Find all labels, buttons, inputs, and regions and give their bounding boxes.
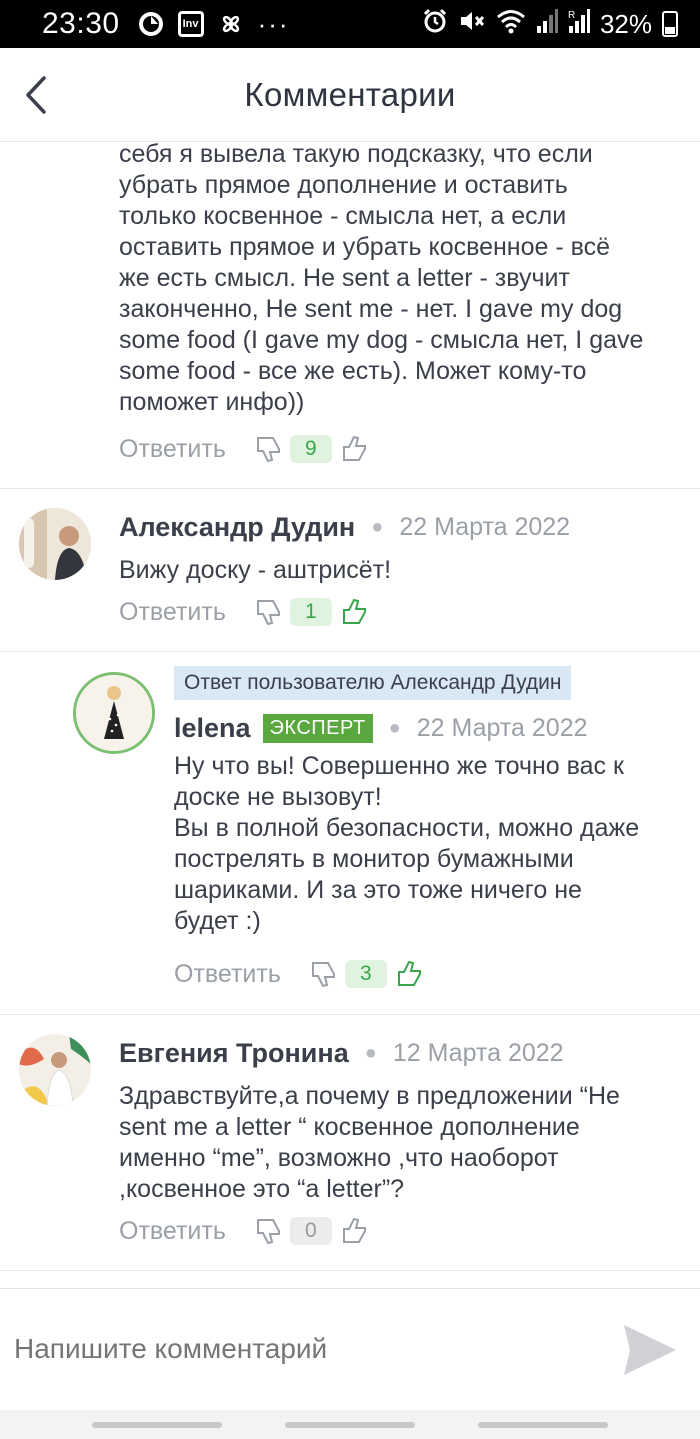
system-nav-bar: [0, 1410, 700, 1439]
author-name[interactable]: Александр Дудин: [119, 512, 355, 543]
like-icon[interactable]: [340, 434, 370, 464]
alarm-icon: [422, 8, 448, 41]
comment-line: пострелять в монитор бумажными: [174, 845, 574, 873]
battery-percent: 32%: [599, 8, 652, 39]
inv-icon: Inv: [177, 11, 204, 37]
reply-button[interactable]: Ответить: [174, 960, 281, 989]
avatar[interactable]: [19, 1034, 91, 1106]
nav-recent-button[interactable]: [91, 1421, 222, 1428]
dislike-icon[interactable]: [309, 959, 339, 989]
comment-header: Александр Дудин ● 22 Марта 2022: [119, 507, 570, 547]
mute-icon: [458, 8, 486, 41]
comment-actions: Ответить 9: [119, 429, 370, 469]
separator-dot: ●: [364, 1041, 377, 1064]
comment-line: доске не вызовут!: [174, 783, 382, 811]
comment-actions: Ответить 0: [119, 1211, 370, 1251]
comment-line: же есть смысл. He sent a letter - звучит: [119, 264, 570, 292]
comment-item: Ответ пользователю Александр Дудин lelen…: [0, 652, 700, 1014]
nav-back-button[interactable]: [478, 1421, 609, 1428]
separator-dot: ●: [388, 716, 401, 739]
expert-badge: ЭКСПЕРТ: [262, 713, 373, 743]
author-name[interactable]: Евгения Тронина: [119, 1038, 349, 1069]
comment-text: Вижу доску - аштрисёт!: [119, 555, 689, 586]
comment-line: будет :): [174, 907, 261, 935]
reply-button[interactable]: Ответить: [119, 435, 226, 464]
like-count: 3: [344, 960, 387, 988]
nav-home-button[interactable]: [284, 1421, 415, 1428]
send-icon[interactable]: [620, 1321, 680, 1379]
comment-text: Здравствуйте,а почему в предложении “He …: [119, 1081, 694, 1205]
svg-text:R: R: [568, 10, 575, 21]
reply-button[interactable]: Ответить: [119, 1217, 226, 1246]
comment-line: шариками. И за это тоже ничего не: [174, 876, 582, 904]
app-header: Комментарии: [0, 48, 700, 142]
comment-date: 22 Марта 2022: [416, 713, 588, 742]
signal-icon: [536, 8, 558, 41]
signal-roaming-icon: R: [568, 8, 590, 41]
avatar[interactable]: [19, 508, 91, 580]
comment-header: Евгения Тронина ● 12 Марта 2022: [119, 1033, 564, 1073]
comment-actions: Ответить 3: [174, 954, 425, 994]
comment-line: ,косвенное это “a letter”?: [119, 1175, 405, 1203]
comments-feed[interactable]: себя я вывела такую подсказку, что если …: [0, 143, 700, 1286]
comment-date: 22 Марта 2022: [399, 512, 571, 541]
comment-line: именно “me”, возможно ,что наоборот: [119, 1144, 559, 1172]
comment-date: 12 Марта 2022: [392, 1038, 564, 1067]
status-bar: 23:30 Inv ··· R 32%: [0, 0, 700, 48]
comment-line: Здравствуйте,а почему в предложении “He: [119, 1082, 620, 1110]
comment-actions: Ответить 1: [119, 592, 370, 632]
comment-line: Вижу доску - аштрисёт!: [119, 556, 392, 584]
comment-composer: [0, 1288, 700, 1410]
chevron-left-icon[interactable]: [18, 72, 58, 118]
like-count: 0: [289, 1217, 332, 1245]
fan-icon: [218, 11, 244, 37]
like-count: 9: [289, 435, 332, 463]
comment-line: Ну что вы! Совершенно же точно вас к: [174, 752, 624, 780]
comment-line: sent me a letter “ косвенное дополнение: [119, 1113, 580, 1141]
sync-icon: [138, 11, 164, 37]
comment-item: Евгения Тронина ● 12 Марта 2022 Здравств…: [0, 1015, 700, 1270]
page-title: Комментарии: [244, 75, 456, 113]
comment-line: some food (I gave my dog - смысла нет, I…: [119, 326, 644, 354]
comment-line: оставить прямое и убрать косвенное - всё: [119, 233, 611, 261]
more-icon: ···: [257, 8, 290, 39]
like-icon[interactable]: [395, 959, 425, 989]
comment-text: себя я вывела такую подсказку, что если …: [119, 143, 689, 418]
like-count: 1: [289, 598, 332, 626]
wifi-icon: [496, 8, 526, 41]
comment-line: some food - все же есть). Может кому-то: [119, 357, 587, 385]
dislike-icon[interactable]: [254, 434, 284, 464]
comment-line: Вы в полной безопасности, можно даже: [174, 814, 640, 842]
comment-line: поможет инфо)): [119, 388, 305, 416]
comment-line: убрать прямое дополнение и оставить: [119, 171, 568, 199]
reply-button[interactable]: Ответить: [119, 598, 226, 627]
avatar[interactable]: [73, 672, 155, 754]
like-icon[interactable]: [340, 1216, 370, 1246]
comment-line: только косвенное - смысла нет, а если: [119, 202, 567, 230]
reply-to-badge: Ответ пользователю Александр Дудин: [174, 666, 572, 700]
comment-line: себя я вывела такую подсказку, что если: [119, 143, 593, 168]
status-time: 23:30: [42, 7, 120, 40]
dislike-icon[interactable]: [254, 1216, 284, 1246]
author-name[interactable]: lelena: [174, 713, 251, 744]
comment-line: законченно, He sent me - нет. I gave my …: [119, 295, 623, 323]
comment-input[interactable]: [14, 1333, 574, 1365]
separator-dot: ●: [371, 515, 384, 538]
dislike-icon[interactable]: [254, 597, 284, 627]
divider: [0, 1270, 700, 1271]
comment-text: Ну что вы! Совершенно же точно вас к дос…: [174, 751, 694, 937]
battery-icon: [662, 11, 678, 37]
comment-item: Александр Дудин ● 22 Марта 2022 Вижу дос…: [0, 489, 700, 652]
comment-header: lelena ЭКСПЕРТ ● 22 Марта 2022: [174, 708, 588, 748]
like-icon[interactable]: [340, 597, 370, 627]
comment-item: себя я вывела такую подсказку, что если …: [0, 143, 700, 489]
